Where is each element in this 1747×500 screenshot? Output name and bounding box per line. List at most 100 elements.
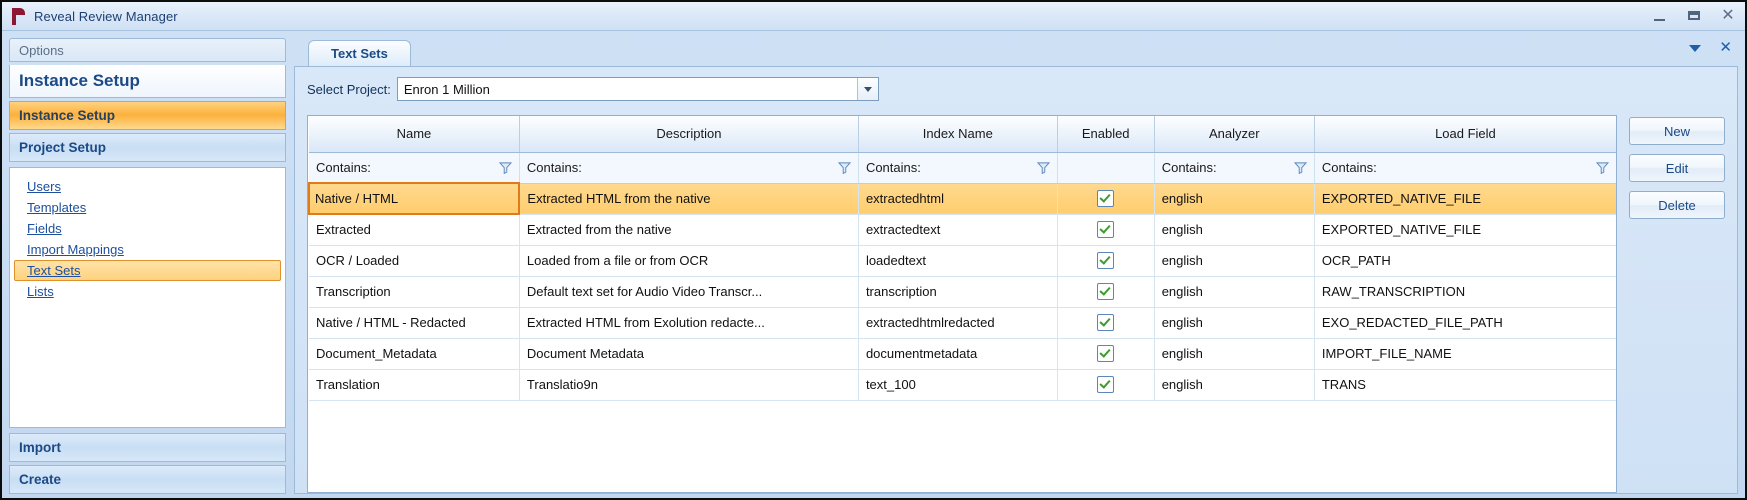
- enabled-checkbox[interactable]: [1097, 252, 1115, 270]
- table-row[interactable]: Transcription Default text set for Audio…: [309, 276, 1616, 308]
- enabled-checkbox[interactable]: [1097, 283, 1115, 301]
- cell-load-field[interactable]: TRANS: [1314, 369, 1616, 401]
- column-header-load-field[interactable]: Load Field: [1314, 116, 1616, 153]
- table-row[interactable]: OCR / Loaded Loaded from a file or from …: [309, 245, 1616, 277]
- sidebar-section-label: Instance Setup: [19, 108, 116, 123]
- filter-cell-index-name[interactable]: Contains:: [858, 152, 1058, 184]
- grid-filter-row: Contains: Contains: Contains: Contains: …: [309, 152, 1616, 184]
- table-row[interactable]: Extracted Extracted from the native extr…: [309, 214, 1616, 246]
- cell-analyzer[interactable]: english: [1154, 214, 1315, 246]
- sidebar-item-users[interactable]: Users: [14, 176, 281, 197]
- cell-enabled[interactable]: [1057, 214, 1155, 246]
- sidebar-item-text-sets[interactable]: Text Sets: [14, 260, 281, 281]
- sidebar-section-import[interactable]: Import: [9, 433, 286, 462]
- filter-cell-enabled: [1057, 152, 1155, 184]
- sidebar-item-fields[interactable]: Fields: [14, 218, 281, 239]
- filter-cell-description[interactable]: Contains:: [519, 152, 859, 184]
- column-header-description[interactable]: Description: [519, 116, 859, 153]
- cell-description[interactable]: Translatio9n: [519, 369, 859, 401]
- funnel-icon[interactable]: [1293, 161, 1307, 174]
- cell-enabled[interactable]: [1057, 307, 1155, 339]
- column-header-name[interactable]: Name: [309, 116, 520, 153]
- cell-name[interactable]: Translation: [309, 369, 520, 401]
- cell-load-field[interactable]: RAW_TRANSCRIPTION: [1314, 276, 1616, 308]
- funnel-icon[interactable]: [837, 161, 851, 174]
- cell-description[interactable]: Default text set for Audio Video Transcr…: [519, 276, 859, 308]
- enabled-checkbox[interactable]: [1097, 190, 1115, 208]
- funnel-icon[interactable]: [1036, 161, 1050, 174]
- window-title: Reveal Review Manager: [34, 8, 178, 24]
- sidebar-section-label: Create: [19, 472, 62, 487]
- sidebar-item-lists[interactable]: Lists: [14, 281, 281, 302]
- cell-name[interactable]: OCR / Loaded: [309, 245, 520, 277]
- cell-name[interactable]: Extracted: [309, 214, 520, 246]
- cell-load-field[interactable]: EXO_REDACTED_FILE_PATH: [1314, 307, 1616, 339]
- cell-analyzer[interactable]: english: [1154, 369, 1315, 401]
- new-button[interactable]: New: [1629, 117, 1725, 145]
- cell-analyzer[interactable]: english: [1154, 307, 1315, 339]
- tab-close-icon[interactable]: ✕: [1719, 40, 1732, 55]
- tab-text-sets[interactable]: Text Sets: [308, 40, 411, 66]
- cell-enabled[interactable]: [1057, 276, 1155, 308]
- enabled-checkbox[interactable]: [1097, 221, 1115, 239]
- delete-button[interactable]: Delete: [1629, 191, 1725, 219]
- column-header-index-name[interactable]: Index Name: [858, 116, 1058, 153]
- cell-enabled[interactable]: [1057, 245, 1155, 277]
- cell-load-field[interactable]: EXPORTED_NATIVE_FILE: [1314, 214, 1616, 246]
- cell-description[interactable]: Document Metadata: [519, 338, 859, 370]
- cell-index-name[interactable]: text_100: [858, 369, 1058, 401]
- cell-index-name[interactable]: loadedtext: [858, 245, 1058, 277]
- column-header-analyzer[interactable]: Analyzer: [1154, 116, 1315, 153]
- project-combobox[interactable]: Enron 1 Million: [396, 77, 879, 101]
- cell-analyzer[interactable]: english: [1154, 245, 1315, 277]
- cell-index-name[interactable]: extractedhtml: [858, 183, 1058, 215]
- sidebar-section-create[interactable]: Create: [9, 465, 286, 494]
- filter-placeholder: Contains:: [526, 160, 582, 175]
- cell-name[interactable]: Native / HTML - Redacted: [309, 307, 520, 339]
- edit-button[interactable]: Edit: [1629, 154, 1725, 182]
- enabled-checkbox[interactable]: [1097, 376, 1115, 394]
- maximize-icon[interactable]: [1685, 7, 1703, 25]
- enabled-checkbox[interactable]: [1097, 314, 1115, 332]
- enabled-checkbox[interactable]: [1097, 345, 1115, 363]
- funnel-icon[interactable]: [498, 161, 512, 174]
- cell-description[interactable]: Extracted HTML from the native: [519, 183, 859, 215]
- table-row[interactable]: Translation Translatio9n text_100 englis…: [309, 369, 1616, 401]
- cell-name[interactable]: Transcription: [309, 276, 520, 308]
- chevron-down-icon[interactable]: [856, 78, 878, 100]
- cell-enabled[interactable]: [1057, 183, 1155, 215]
- cell-description[interactable]: Loaded from a file or from OCR: [519, 245, 859, 277]
- cell-name[interactable]: Native / HTML: [308, 182, 521, 215]
- cell-index-name[interactable]: extractedhtmlredacted: [858, 307, 1058, 339]
- column-header-enabled[interactable]: Enabled: [1057, 116, 1155, 153]
- filter-cell-load-field[interactable]: Contains:: [1314, 152, 1616, 184]
- table-row[interactable]: Document_Metadata Document Metadata docu…: [309, 338, 1616, 370]
- cell-description[interactable]: Extracted HTML from Exolution redacte...: [519, 307, 859, 339]
- cell-analyzer[interactable]: english: [1154, 183, 1315, 215]
- funnel-icon[interactable]: [1596, 161, 1609, 174]
- cell-analyzer[interactable]: english: [1154, 276, 1315, 308]
- sidebar-section-project-setup[interactable]: Project Setup: [9, 133, 286, 162]
- table-row[interactable]: Native / HTML - Redacted Extracted HTML …: [309, 307, 1616, 339]
- filter-cell-analyzer[interactable]: Contains:: [1154, 152, 1315, 184]
- sidebar-section-instance-setup[interactable]: Instance Setup: [9, 101, 286, 130]
- cell-enabled[interactable]: [1057, 369, 1155, 401]
- cell-load-field[interactable]: IMPORT_FILE_NAME: [1314, 338, 1616, 370]
- cell-index-name[interactable]: extractedtext: [858, 214, 1058, 246]
- filter-cell-name[interactable]: Contains:: [309, 152, 520, 184]
- cell-load-field[interactable]: EXPORTED_NATIVE_FILE: [1314, 183, 1616, 215]
- minimize-icon[interactable]: [1651, 7, 1669, 25]
- table-row[interactable]: Native / HTML Extracted HTML from the na…: [308, 182, 1616, 215]
- sidebar-item-templates[interactable]: Templates: [14, 197, 281, 218]
- close-icon[interactable]: ✕: [1719, 7, 1737, 25]
- cell-enabled[interactable]: [1057, 338, 1155, 370]
- cell-name[interactable]: Document_Metadata: [309, 338, 520, 370]
- sidebar-item-import-mappings[interactable]: Import Mappings: [14, 239, 281, 260]
- text-sets-grid: Name Description Index Name Enabled Anal…: [307, 115, 1617, 493]
- cell-load-field[interactable]: OCR_PATH: [1314, 245, 1616, 277]
- cell-index-name[interactable]: transcription: [858, 276, 1058, 308]
- cell-description[interactable]: Extracted from the native: [519, 214, 859, 246]
- cell-index-name[interactable]: documentmetadata: [858, 338, 1058, 370]
- cell-analyzer[interactable]: english: [1154, 338, 1315, 370]
- chevron-down-icon[interactable]: [1689, 44, 1702, 52]
